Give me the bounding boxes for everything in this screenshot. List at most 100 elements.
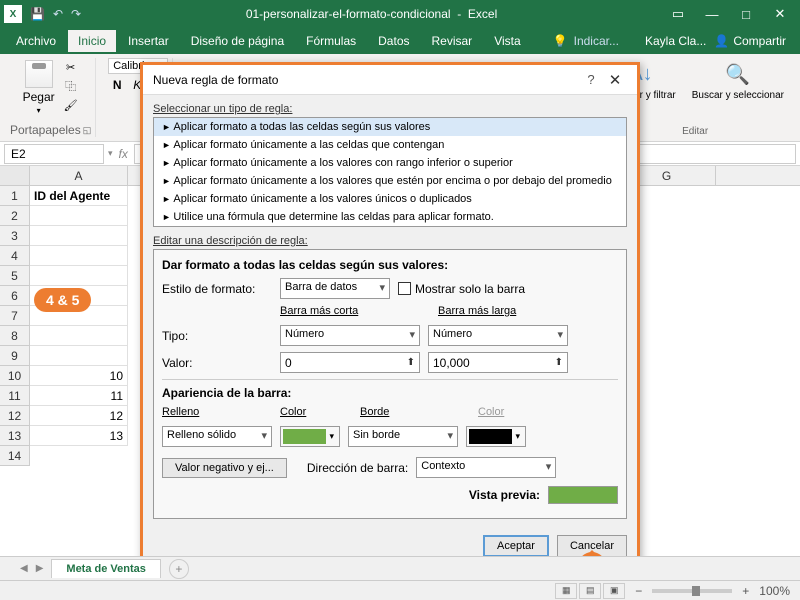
row-header[interactable]: 9	[0, 346, 30, 366]
zoom-level[interactable]: 100%	[759, 584, 790, 598]
format-style-select[interactable]: Barra de datos	[280, 278, 390, 299]
share-button[interactable]: 👤 Compartir	[714, 34, 786, 48]
row-header[interactable]: 4	[0, 246, 30, 266]
sheet-tab[interactable]: Meta de Ventas	[51, 559, 160, 578]
tab-nav-next-icon[interactable]: ▶	[36, 563, 44, 574]
select-rule-type-label: Seleccionar un tipo de regla:	[153, 103, 627, 115]
rule-type-item[interactable]: Aplicar formato únicamente a los valores…	[154, 154, 626, 172]
cell[interactable]	[30, 266, 128, 286]
negative-value-button[interactable]: Valor negativo y ej...	[162, 458, 287, 478]
cell[interactable]: 11	[30, 386, 128, 406]
ribbon-options-icon[interactable]: ▭	[662, 2, 694, 26]
rule-type-item[interactable]: Aplicar formato únicamente a los valores…	[154, 190, 626, 208]
find-select-button[interactable]: 🔍 Buscar y seleccionar	[686, 58, 790, 103]
page-layout-view-icon[interactable]: ▤	[579, 583, 601, 599]
row-header[interactable]: 10	[0, 366, 30, 386]
paste-button[interactable]: Pegar ▾	[21, 58, 57, 117]
preview-bar	[548, 486, 618, 504]
rule-type-item[interactable]: Aplicar formato únicamente a las celdas …	[154, 136, 626, 154]
tab-nav-prev-icon[interactable]: ◀	[20, 563, 28, 574]
tab-diseno[interactable]: Diseño de página	[181, 30, 294, 52]
page-break-view-icon[interactable]: ▣	[603, 583, 625, 599]
qat[interactable]: 💾 ↶ ↷	[30, 7, 81, 21]
cell[interactable]	[30, 226, 128, 246]
dialog-launcher-icon[interactable]: ◱	[83, 125, 92, 136]
fx-icon[interactable]: fx	[113, 147, 134, 161]
column-header[interactable]: A	[30, 166, 128, 185]
tab-datos[interactable]: Datos	[368, 30, 419, 52]
row-header[interactable]: 12	[0, 406, 30, 426]
bar-direction-select[interactable]: Contexto	[416, 457, 556, 478]
row-header[interactable]: 14	[0, 446, 30, 466]
add-sheet-button[interactable]: +	[169, 559, 189, 579]
minimize-icon[interactable]: —	[696, 2, 728, 26]
zoom-slider[interactable]	[652, 589, 732, 593]
fill-type-select[interactable]: Relleno sólido	[162, 426, 272, 447]
rule-description-box: Dar formato a todas las celdas según sus…	[153, 249, 627, 519]
rule-type-list[interactable]: Aplicar formato a todas las celdas según…	[153, 117, 627, 227]
preview-label: Vista previa:	[469, 488, 540, 502]
cell[interactable]	[30, 326, 128, 346]
row-header[interactable]: 3	[0, 226, 30, 246]
format-painter-icon[interactable]: 🖌	[61, 96, 81, 114]
bold-button[interactable]: N	[108, 76, 126, 94]
min-value-input[interactable]: 0⬆	[280, 352, 420, 373]
cell[interactable]: 12	[30, 406, 128, 426]
cell[interactable]	[30, 206, 128, 226]
tell-me[interactable]: 💡 Indicar...	[553, 34, 635, 48]
zoom-out-icon[interactable]: −	[635, 584, 642, 598]
copy-icon[interactable]: ⿻	[61, 77, 81, 95]
max-value-input[interactable]: 10,000⬆	[428, 352, 568, 373]
row-header[interactable]: 11	[0, 386, 30, 406]
cell[interactable]	[30, 246, 128, 266]
fill-label: Relleno	[162, 406, 272, 418]
redo-icon[interactable]: ↷	[71, 7, 81, 21]
row-header[interactable]: 13	[0, 426, 30, 446]
value-label: Valor:	[162, 356, 272, 370]
tab-archivo[interactable]: Archivo	[6, 30, 66, 52]
maximize-icon[interactable]: □	[730, 2, 762, 26]
min-type-select[interactable]: Número	[280, 325, 420, 346]
rule-type-item[interactable]: Utilice una fórmula que determine las ce…	[154, 208, 626, 226]
rule-type-item[interactable]: Aplicar formato a todas las celdas según…	[154, 118, 626, 136]
row-header[interactable]: 5	[0, 266, 30, 286]
name-box[interactable]	[4, 144, 104, 164]
close-icon[interactable]: ✕	[764, 2, 796, 26]
normal-view-icon[interactable]: ▦	[555, 583, 577, 599]
tell-me-label: Indicar...	[574, 34, 619, 48]
paste-icon	[25, 60, 53, 88]
help-icon[interactable]: ?	[579, 72, 603, 87]
tab-vista[interactable]: Vista	[484, 30, 530, 52]
border-color-picker[interactable]: ▾	[466, 426, 526, 447]
undo-icon[interactable]: ↶	[53, 7, 63, 21]
rule-type-item[interactable]: Aplicar formato únicamente a los valores…	[154, 172, 626, 190]
select-all-corner[interactable]	[0, 166, 30, 185]
border-type-select[interactable]: Sin borde	[348, 426, 458, 447]
tab-revisar[interactable]: Revisar	[422, 30, 483, 52]
row-header[interactable]: 7	[0, 306, 30, 326]
cell[interactable]	[30, 346, 128, 366]
range-picker-icon[interactable]: ⬆	[555, 357, 563, 368]
cell[interactable]: 10	[30, 366, 128, 386]
show-bar-only-checkbox[interactable]: Mostrar solo la barra	[398, 282, 525, 296]
ribbon-group-clipboard: Pegar ▾ ✂ ⿻ 🖌 Portapapeles ◱	[6, 58, 96, 137]
range-picker-icon[interactable]: ⬆	[407, 357, 415, 368]
row-header[interactable]: 1	[0, 186, 30, 206]
cell[interactable]: ID del Agente	[30, 186, 128, 206]
cell[interactable]: 13	[30, 426, 128, 446]
fill-color-picker[interactable]: ▾	[280, 426, 340, 447]
close-icon[interactable]: ✕	[603, 71, 627, 89]
row-header[interactable]: 6	[0, 286, 30, 306]
row-header[interactable]: 2	[0, 206, 30, 226]
dialog-titlebar[interactable]: Nueva regla de formato ? ✕	[143, 65, 637, 95]
row-header[interactable]: 8	[0, 326, 30, 346]
zoom-in-icon[interactable]: +	[742, 584, 749, 598]
cut-icon[interactable]: ✂	[61, 58, 81, 76]
tab-inicio[interactable]: Inicio	[68, 30, 116, 52]
max-type-select[interactable]: Número	[428, 325, 568, 346]
save-icon[interactable]: 💾	[30, 7, 45, 21]
user-name[interactable]: Kayla Cla...	[645, 34, 706, 48]
tab-formulas[interactable]: Fórmulas	[296, 30, 366, 52]
accept-button[interactable]: Aceptar	[483, 535, 549, 557]
tab-insertar[interactable]: Insertar	[118, 30, 179, 52]
